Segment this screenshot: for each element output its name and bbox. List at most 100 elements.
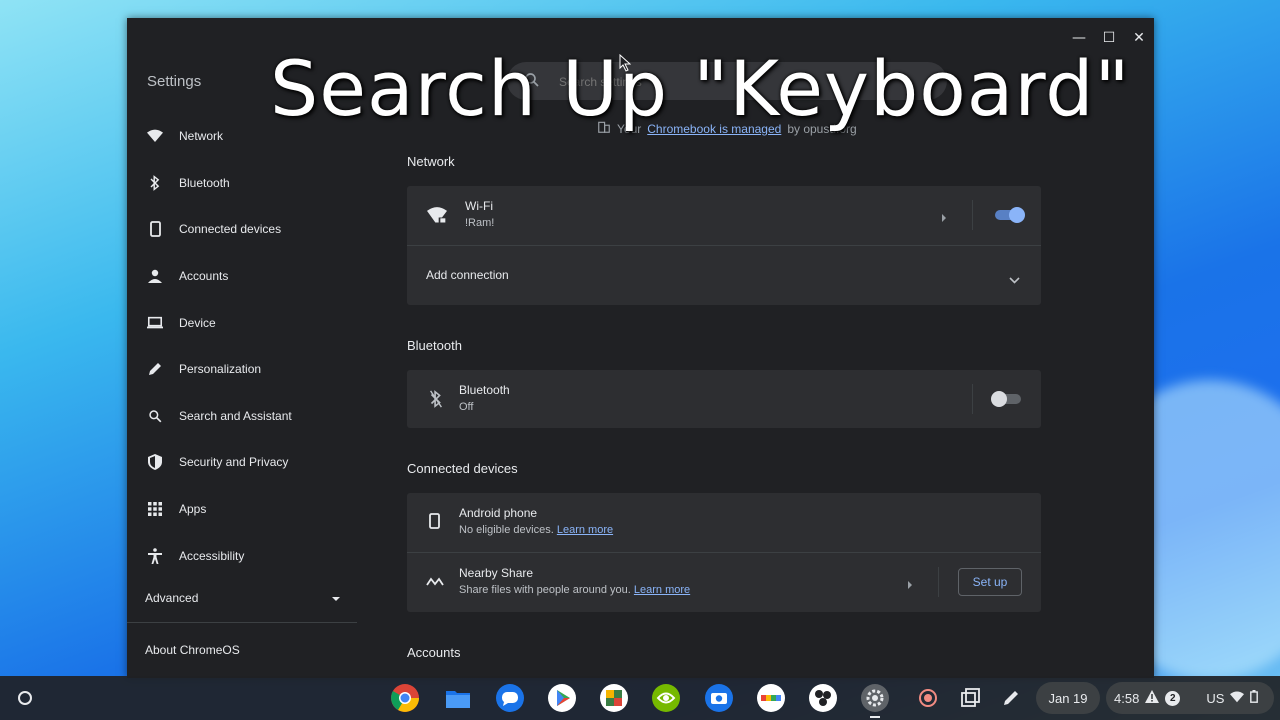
bluetooth-row[interactable]: Bluetooth Off [407, 370, 1041, 428]
bluetooth-status: Off [459, 401, 474, 413]
shelf: Jan 19 4:58 2 US [0, 676, 1280, 720]
bluetooth-card: Bluetooth Off [407, 370, 1041, 428]
sidebar-about[interactable]: About ChromeOS [145, 643, 240, 657]
date-label: Jan 19 [1048, 690, 1088, 706]
status-tray[interactable]: 4:58 2 US [1106, 682, 1274, 714]
sidebar-item-label: Accounts [179, 269, 229, 284]
sidebar-item-bluetooth[interactable]: Bluetooth [127, 160, 367, 207]
game-app-icon[interactable] [808, 683, 838, 713]
sidebar-item-label: Network [179, 129, 224, 144]
sidebar-item-accounts[interactable]: Accounts [127, 253, 367, 300]
wifi-network-name: !Ram! [465, 217, 495, 229]
sidebar: Network Bluetooth Connected devices Acco… [127, 113, 367, 579]
chevron-down-icon [1009, 271, 1020, 289]
active-app-indicator [870, 716, 880, 718]
sidebar-item-connected-devices[interactable]: Connected devices [127, 206, 367, 253]
sidebar-item-label: Apps [179, 502, 207, 517]
sidebar-advanced-label: Advanced [145, 591, 199, 605]
locale-label: US [1206, 690, 1225, 706]
network-card: Wi-Fi !Ram! Add connection [407, 186, 1041, 305]
dropdown-arrow-icon [331, 591, 341, 605]
arrow-right-icon[interactable] [907, 577, 913, 595]
sidebar-item-personalization[interactable]: Personalization [127, 346, 367, 393]
sidebar-item-label: Personalization [179, 362, 262, 377]
wifi-icon [427, 206, 447, 229]
sidebar-item-label: Bluetooth [179, 175, 230, 190]
launcher-icon[interactable] [14, 687, 36, 709]
connected-devices-section-title: Connected devices [407, 461, 518, 476]
screen-record-icon[interactable] [917, 687, 939, 714]
settings-gear-icon[interactable] [860, 683, 890, 713]
vertical-separator [938, 567, 939, 597]
network-section-title: Network [407, 154, 455, 169]
android-phone-description: No eligible devices. Learn more [459, 524, 613, 536]
wifi-label: Wi-Fi [465, 199, 493, 213]
nvidia-icon[interactable] [651, 683, 681, 713]
bluetooth-section-title: Bluetooth [407, 338, 462, 353]
android-phone-row: Android phone No eligible devices. Learn… [407, 493, 1041, 552]
close-button[interactable]: ✕ [1127, 26, 1151, 50]
wifi-row[interactable]: Wi-Fi !Ram! [407, 186, 1041, 245]
vertical-separator [972, 384, 973, 414]
sidebar-item-accessibility[interactable]: Accessibility [127, 532, 367, 579]
sidebar-item-apps[interactable]: Apps [127, 486, 367, 533]
add-connection-label: Add connection [426, 268, 509, 282]
clipboard-icon[interactable] [959, 687, 981, 714]
sidebar-advanced[interactable]: Advanced [145, 591, 341, 605]
android-phone-desc-text: No eligible devices. [459, 524, 554, 536]
notification-count-badge: 2 [1165, 690, 1181, 706]
phone-icon [429, 513, 440, 534]
sidebar-item-device[interactable]: Device [127, 299, 367, 346]
vertical-separator [972, 200, 973, 230]
files-icon[interactable] [443, 683, 473, 713]
messages-icon[interactable] [495, 683, 525, 713]
nearby-share-desc-text: Share files with people around you. [459, 584, 631, 596]
sidebar-item-label: Security and Privacy [179, 455, 289, 470]
set-up-button[interactable]: Set up [958, 568, 1022, 596]
sidebar-item-label: Device [179, 315, 216, 330]
bluetooth-label: Bluetooth [459, 383, 510, 397]
warning-icon [1145, 690, 1160, 706]
bluetooth-disabled-icon [429, 390, 443, 413]
wifi-icon [1230, 690, 1245, 706]
person-icon [147, 268, 163, 284]
arrow-right-icon[interactable] [941, 210, 947, 228]
canvas-app-icon[interactable] [756, 683, 786, 713]
bluetooth-toggle[interactable] [991, 391, 1021, 407]
play-store-icon[interactable] [547, 683, 577, 713]
accounts-section-title: Accounts [407, 645, 461, 660]
sidebar-item-label: Search and Assistant [179, 408, 292, 423]
learn-more-link[interactable]: Learn more [557, 524, 613, 536]
accessibility-icon [147, 547, 163, 564]
nearby-share-label: Nearby Share [459, 566, 534, 580]
time-label: 4:58 [1114, 690, 1140, 706]
stylus-icon[interactable] [1000, 687, 1022, 714]
nearby-share-description: Share files with people around you. Lear… [459, 584, 690, 596]
nearby-share-icon [426, 575, 444, 593]
connected-devices-card: Android phone No eligible devices. Learn… [407, 493, 1041, 612]
android-phone-label: Android phone [459, 506, 538, 520]
sidebar-item-search-and-assistant[interactable]: Search and Assistant [127, 393, 367, 440]
apps-grid-icon [147, 501, 163, 517]
shield-icon [147, 454, 163, 471]
wifi-toggle[interactable] [995, 207, 1025, 223]
video-overlay-caption: Search Up "Keyboard" [270, 44, 1131, 133]
date-tray[interactable]: Jan 19 [1036, 682, 1100, 714]
sidebar-item-security-and-privacy[interactable]: Security and Privacy [127, 439, 367, 486]
sidebar-item-label: Accessibility [179, 548, 245, 563]
chrome-icon[interactable] [390, 683, 420, 713]
add-connection-row[interactable]: Add connection [407, 246, 1041, 305]
nearby-share-row[interactable]: Nearby Share Share files with people aro… [407, 553, 1041, 612]
search-icon [147, 408, 163, 424]
laptop-icon [147, 315, 163, 331]
photo-app-icon[interactable] [599, 683, 629, 713]
wifi-icon [147, 128, 163, 144]
learn-more-link[interactable]: Learn more [634, 584, 690, 596]
battery-icon [1250, 690, 1259, 706]
pencil-icon [147, 361, 163, 377]
phone-icon [147, 221, 163, 238]
bluetooth-icon [147, 174, 163, 191]
app-title: Settings [147, 73, 202, 90]
sidebar-divider [127, 622, 357, 623]
camera-icon[interactable] [704, 683, 734, 713]
